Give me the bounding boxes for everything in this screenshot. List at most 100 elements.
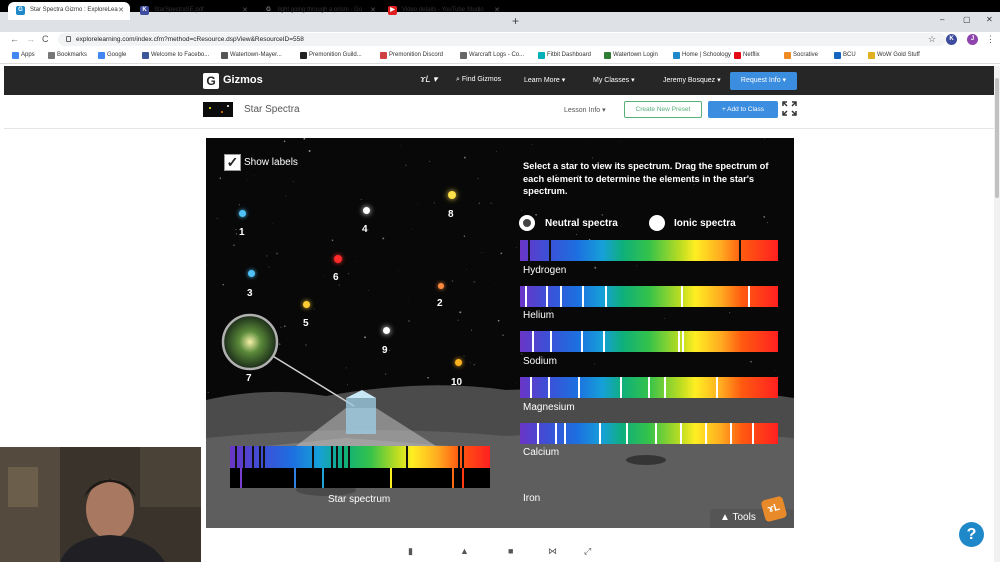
helium-label: Helium [523,310,555,321]
star-3[interactable] [248,270,255,277]
bookmark-label: Netflix [743,52,760,58]
background-star [594,266,597,269]
my-classes-menu[interactable]: My Classes ▾ [593,76,635,84]
back-icon[interactable]: ← [10,34,19,44]
star-7[interactable] [224,317,276,369]
minimize-icon[interactable]: – [940,15,944,24]
show-labels-checkbox[interactable]: ✓ [224,154,241,171]
bookmark-item[interactable]: Home | Schoology [673,52,731,59]
star-1[interactable] [239,210,246,217]
doc-icon[interactable]: ▮ [408,546,413,557]
comparison-spectrum[interactable] [230,468,490,488]
star-spectrum-label: Star spectrum [328,494,391,505]
bookmark-star-icon[interactable]: ☆ [928,34,936,45]
background-star [457,319,459,322]
close-icon[interactable]: ✕ [370,6,376,14]
background-star [500,252,503,255]
create-preset-button[interactable]: Create New Preset [624,101,702,118]
star-label-1: 1 [239,227,245,238]
background-star [408,320,410,322]
background-star [463,235,466,237]
helium-spectrum[interactable] [520,286,778,307]
request-info-button[interactable]: Request Info ▾ [730,72,797,90]
forward-icon[interactable]: → [26,34,35,44]
bookmark-item[interactable]: Socrative [784,52,818,59]
neutral-spectra-radio[interactable] [519,215,535,231]
magnesium-spectrum[interactable] [520,377,778,398]
neutral-spectra-label: Neutral spectra [545,218,618,229]
ell-logo-dropdown[interactable]: ɤL ▾ [420,74,437,85]
maximize-icon[interactable]: ▢ [963,15,971,24]
bookmark-item[interactable]: WoW Gold Stuff [868,52,920,59]
bookmark-item[interactable]: Google [98,52,127,59]
bookmark-item[interactable]: Welcome to Facebo... [142,52,209,59]
close-icon[interactable]: ✕ [242,6,248,14]
bookmark-item[interactable]: Bookmarks [48,52,87,59]
bookmark-item[interactable]: BCU [834,52,856,59]
learn-more-menu[interactable]: Learn More ▾ [524,76,565,84]
gizmos-logo-icon[interactable]: G [203,73,219,89]
lesson-info-label: Lesson Info [564,107,601,114]
close-icon[interactable]: ✕ [118,6,124,14]
lesson-info-dropdown[interactable]: Lesson Info ▾ [564,106,606,114]
bookmark-item[interactable]: Fitbit Dashboard [538,52,591,59]
menu-dots-icon[interactable]: ⋮ [986,34,995,45]
lock-icon [66,36,71,42]
star-9[interactable] [383,327,390,334]
add-to-class-button[interactable]: + Add to Class [708,101,778,118]
new-tab-button[interactable]: + [512,14,519,28]
star-4[interactable] [363,207,370,214]
share-icon[interactable]: ⋈ [548,546,557,557]
tab-youtube-studio[interactable]: ▶ Video details - YouTube Studio ✕ [380,2,506,20]
tab-pdf[interactable]: K StarSpectraSE.pdf ✕ [132,2,254,20]
ionic-spectra-radio[interactable] [649,215,665,231]
star-10[interactable] [455,359,462,366]
hydrogen-spectrum[interactable] [520,240,778,261]
background-star [767,221,769,224]
close-window-icon[interactable]: ✕ [986,15,993,24]
reload-icon[interactable]: C [42,34,49,44]
bookmark-item[interactable]: Apps [12,52,35,59]
background-star [516,247,517,248]
background-star [473,280,476,283]
star-5[interactable] [303,301,310,308]
background-star [620,141,621,143]
profile-avatar[interactable]: J [967,34,978,45]
background-star [593,363,595,365]
background-star [305,344,307,346]
background-star [774,369,776,371]
background-star [216,217,218,220]
user-menu[interactable]: Jeremy Bosquez ▾ [663,76,721,84]
bookmark-item[interactable]: Netflix [734,52,760,59]
star-2[interactable] [438,283,444,289]
gizmos-brand[interactable]: Gizmos [223,74,263,86]
bookmark-label: Google [107,52,127,58]
url-field[interactable]: explorelearning.com/index.cfm?method=cRe… [58,33,946,46]
bookmark-item[interactable]: Premonition Guild... [300,52,362,59]
bookmark-item[interactable]: Watertown Login [604,52,658,59]
bookmark-item[interactable]: Watertown-Mayer... [221,52,282,59]
close-icon[interactable]: ✕ [494,6,500,14]
square-icon[interactable]: ■ [508,546,513,556]
find-gizmos-link[interactable]: ⌕ Find Gizmos [456,76,501,84]
background-star [481,252,483,254]
tab-google-search[interactable]: G light going through a prism - Go ✕ [256,2,382,20]
background-star [664,317,666,319]
calcium-spectrum[interactable] [520,423,778,444]
bookmark-item[interactable]: Warcraft Logs - Co... [460,52,524,59]
background-star [304,147,306,148]
page-scrollbar[interactable] [994,66,1000,562]
help-button[interactable]: ? [959,522,984,547]
expand-icon[interactable]: ⤢ [584,546,591,557]
background-star [477,178,479,180]
sodium-spectrum[interactable] [520,331,778,352]
star-8[interactable] [448,191,456,199]
background-star [308,150,311,152]
background-star [276,252,278,255]
bookmark-item[interactable]: Premonition Discord [380,52,443,59]
kami-extension-icon[interactable]: K [946,34,957,45]
fullscreen-icon[interactable] [782,101,797,116]
tab-star-spectra[interactable]: G Star Spectra Gizmo : ExploreLea ✕ [8,2,130,20]
pin-icon[interactable]: ▲ [460,546,469,556]
star-6[interactable] [334,255,342,263]
